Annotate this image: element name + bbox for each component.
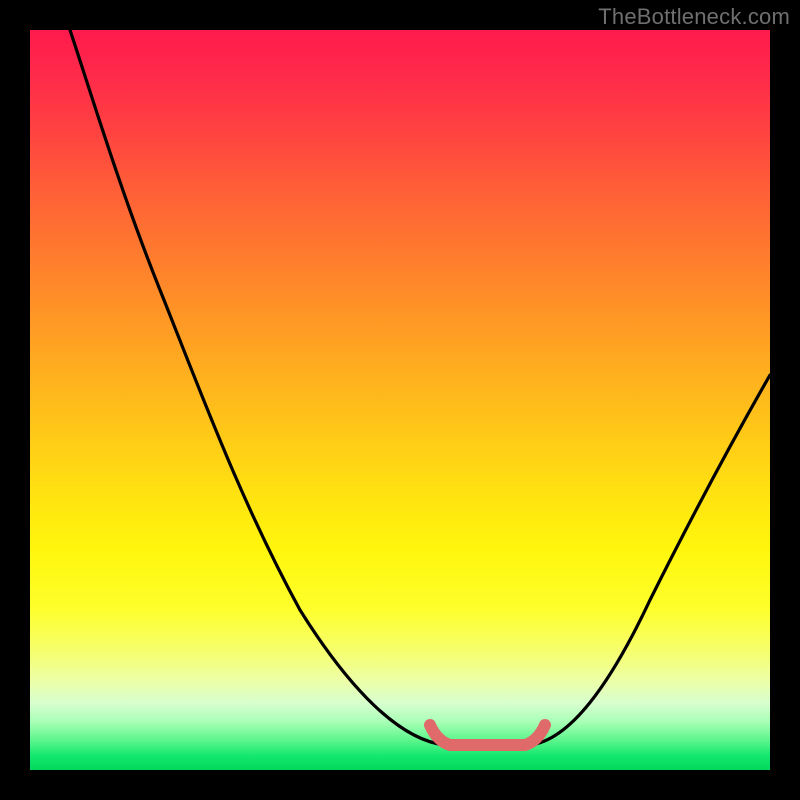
bottleneck-curve-path (70, 30, 770, 745)
bottom-highlight-path (430, 725, 545, 745)
chart-frame: TheBottleneck.com (0, 0, 800, 800)
curve-layer (30, 30, 770, 770)
watermark-text: TheBottleneck.com (598, 4, 790, 30)
plot-area (30, 30, 770, 770)
